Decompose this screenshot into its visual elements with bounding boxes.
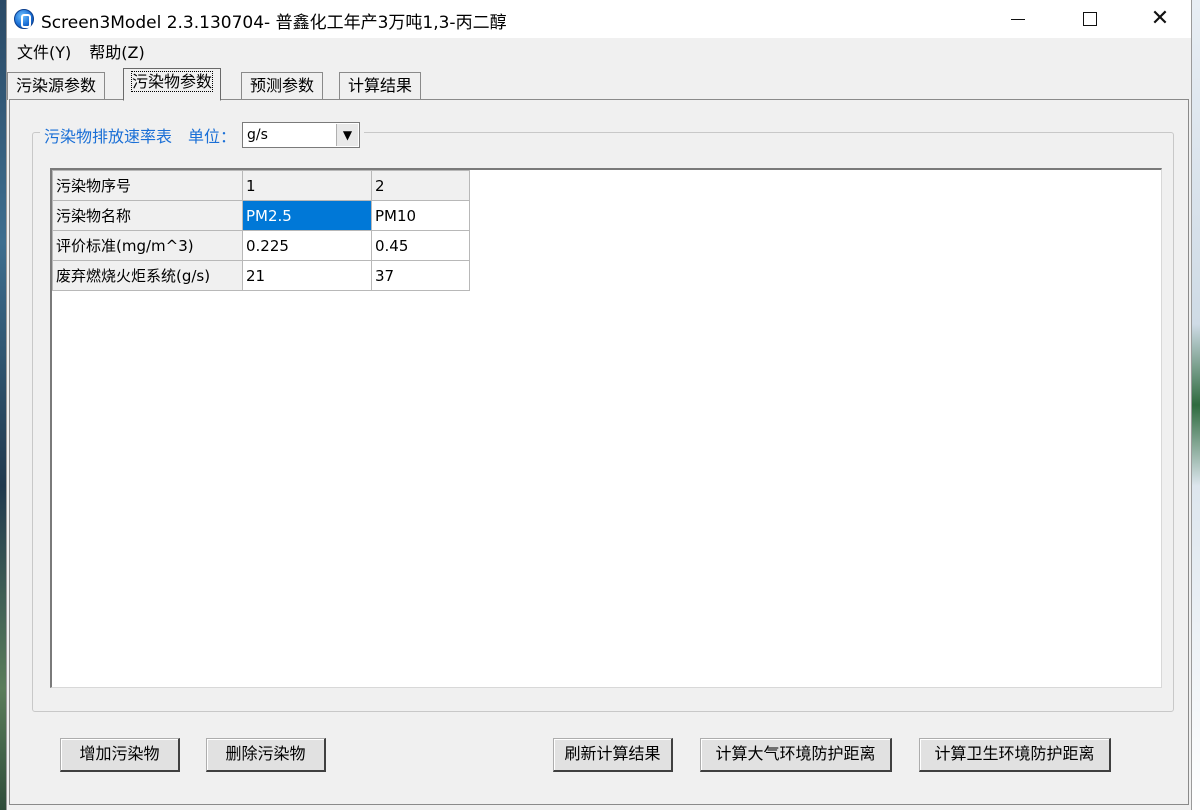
maximize-button[interactable] [1055,0,1125,38]
unit-label: 单位： [188,127,237,146]
grid-cell[interactable]: PM2.5 [242,200,372,231]
row-header[interactable]: 废弃燃烧火炬系统(g/s) [52,260,243,291]
tab-label: 计算结果 [348,76,413,95]
row-header[interactable]: 评价标准(mg/m^3) [52,230,243,261]
refresh-results-button[interactable]: 刷新计算结果 [553,738,673,772]
add-pollutant-button[interactable]: 增加污染物 [60,738,180,772]
column-header[interactable]: 2 [371,170,470,201]
minimize-button[interactable] [983,0,1053,38]
tab-strip: 污染源参数 污染物参数 预测参数 计算结果 [7,68,1191,101]
menu-bar: 文件(Y) 帮助(Z) [7,38,1191,68]
menu-file[interactable]: 文件(Y) [9,41,79,65]
tab-panel: 污染物排放速率表 单位： g/s ▼ 污染物序号 1 2 污染物名称 PM2.5 [9,99,1189,805]
tab-label: 预测参数 [250,76,315,95]
maximize-icon [1083,12,1097,26]
close-icon: ✕ [1150,6,1170,31]
unit-select[interactable]: g/s ▼ [242,122,361,148]
minimize-icon [1011,18,1025,20]
grid-cell[interactable]: 0.225 [242,230,372,261]
grid-cell[interactable]: PM10 [371,200,470,231]
health-protection-distance-button[interactable]: 计算卫生环境防护距离 [919,738,1111,772]
table-row: 污染物序号 1 2 [52,170,470,201]
tab-label: 污染物参数 [130,71,214,92]
grid-cell[interactable]: 0.45 [371,230,470,261]
table-row: 评价标准(mg/m^3) 0.225 0.45 [52,230,470,261]
tab-label: 污染源参数 [16,76,97,95]
title-bar[interactable]: Screen3Model 2.3.130704- 普鑫化工年产3万吨1,3-丙二… [7,0,1191,38]
group-caption: 污染物排放速率表 单位： g/s ▼ [40,120,365,150]
row-header[interactable]: 污染物序号 [52,170,243,201]
tab-pollutant-params[interactable]: 污染物参数 [123,68,222,101]
table-row: 污染物名称 PM2.5 PM10 [52,200,470,231]
app-window: Screen3Model 2.3.130704- 普鑫化工年产3万吨1,3-丙二… [6,0,1192,810]
tab-pollution-source[interactable]: 污染源参数 [7,72,106,100]
close-button[interactable]: ✕ [1125,0,1195,38]
grid-cell[interactable]: 21 [242,260,372,291]
atmospheric-protection-distance-button[interactable]: 计算大气环境防护距离 [700,738,892,772]
group-title: 污染物排放速率表 [44,127,173,146]
grid-cell[interactable]: 37 [371,260,470,291]
delete-pollutant-button[interactable]: 删除污染物 [206,738,326,772]
chevron-down-icon[interactable]: ▼ [336,124,359,146]
tab-prediction-params[interactable]: 预测参数 [241,72,324,100]
app-icon [14,9,34,29]
window-title: Screen3Model 2.3.130704- 普鑫化工年产3万吨1,3-丙二… [41,13,507,33]
row-header[interactable]: 污染物名称 [52,200,243,231]
pollutant-grid[interactable]: 污染物序号 1 2 污染物名称 PM2.5 PM10 评价标准(mg/m^3) … [50,168,1162,688]
unit-select-value: g/s [247,127,268,143]
column-header[interactable]: 1 [242,170,372,201]
pollutant-table: 污染物序号 1 2 污染物名称 PM2.5 PM10 评价标准(mg/m^3) … [52,170,470,291]
table-row: 废弃燃烧火炬系统(g/s) 21 37 [52,260,470,291]
menu-help[interactable]: 帮助(Z) [81,41,152,65]
tab-results[interactable]: 计算结果 [339,72,422,100]
